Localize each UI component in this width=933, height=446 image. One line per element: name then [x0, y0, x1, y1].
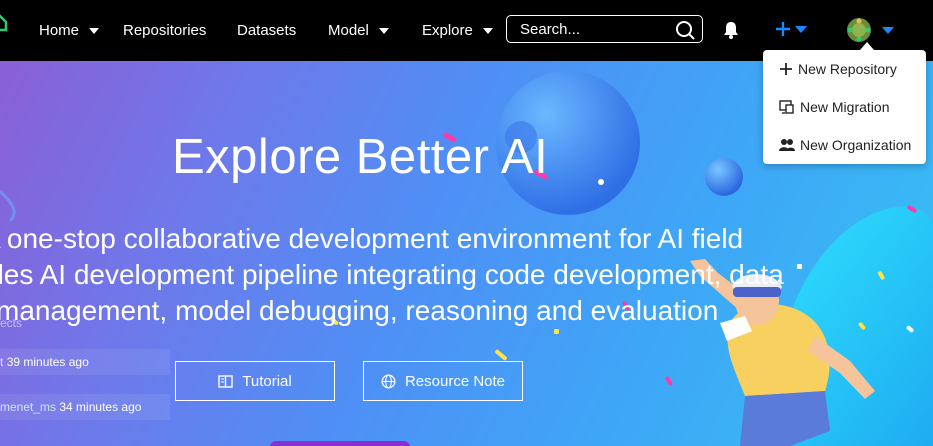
- hero-title: Explore Better AI: [172, 130, 549, 184]
- search-box: [506, 15, 703, 43]
- menu-item-label: New Repository: [798, 61, 897, 77]
- sphere-small: [705, 158, 743, 196]
- activity-item: menet_ms 34 minutes ago: [0, 394, 170, 420]
- globe-icon: [381, 374, 396, 388]
- nav-explore[interactable]: Explore: [422, 0, 493, 61]
- activity-user[interactable]: t: [0, 355, 3, 369]
- nav-datasets[interactable]: Datasets: [237, 0, 296, 61]
- chevron-down-icon: [378, 27, 389, 34]
- menu-item-new-migration[interactable]: New Migration: [779, 95, 889, 119]
- activity-user[interactable]: menet_ms: [0, 400, 56, 414]
- chevron-down-icon: [795, 25, 807, 33]
- nav-model[interactable]: Model: [328, 0, 389, 61]
- nav-home-label: Home: [39, 22, 80, 39]
- menu-item-new-repository[interactable]: New Repository: [779, 57, 897, 81]
- dropdown-arrow: [860, 42, 874, 50]
- nav-model-label: Model: [328, 22, 369, 39]
- resource-note-button-label: Resource Note: [404, 372, 506, 390]
- create-menu-button[interactable]: [775, 21, 807, 37]
- plus-icon: [780, 63, 792, 75]
- chevron-down-icon: [482, 27, 493, 34]
- user-avatar-menu[interactable]: [846, 17, 894, 43]
- search-input[interactable]: [507, 20, 680, 38]
- nav-home[interactable]: Home: [39, 0, 100, 61]
- nav-repositories-label: Repositories: [123, 22, 207, 39]
- chevron-down-icon: [882, 26, 894, 34]
- chevron-down-icon: [89, 27, 100, 34]
- activity-item: t 39 minutes ago: [0, 349, 170, 375]
- hero-description-line-3: management, model debugging, reasoning a…: [0, 295, 719, 326]
- tutorial-button[interactable]: Tutorial: [175, 361, 335, 401]
- activity-time: 39 minutes ago: [6, 355, 89, 369]
- menu-item-label: New Migration: [800, 99, 890, 115]
- nav-datasets-label: Datasets: [237, 22, 297, 39]
- activity-time: 34 minutes ago: [59, 400, 142, 414]
- menu-item-label: New Organization: [800, 137, 912, 153]
- plus-icon: [776, 22, 790, 36]
- hero-bottom-accent: [270, 441, 410, 446]
- menu-item-new-organization[interactable]: New Organization: [779, 133, 911, 157]
- migration-icon: [779, 99, 794, 114]
- logo-icon[interactable]: [0, 12, 8, 39]
- hero-description-line-2: ides AI development pipeline integrating…: [0, 259, 784, 290]
- activity-header: ects: [0, 316, 23, 330]
- search-icon[interactable]: [674, 19, 696, 46]
- bell-icon[interactable]: [722, 20, 740, 45]
- organization-icon: [779, 139, 795, 151]
- book-icon: [218, 374, 233, 388]
- nav-repositories[interactable]: Repositories: [123, 0, 206, 61]
- create-dropdown-menu: New Repository New Migration New Organiz…: [763, 50, 926, 164]
- nav-explore-label: Explore: [422, 22, 473, 39]
- hero-description-line-1: A one-stop collaborative development env…: [0, 223, 744, 254]
- resource-note-button[interactable]: Resource Note: [363, 361, 523, 401]
- avatar: [847, 18, 871, 42]
- tutorial-button-label: Tutorial: [242, 372, 292, 390]
